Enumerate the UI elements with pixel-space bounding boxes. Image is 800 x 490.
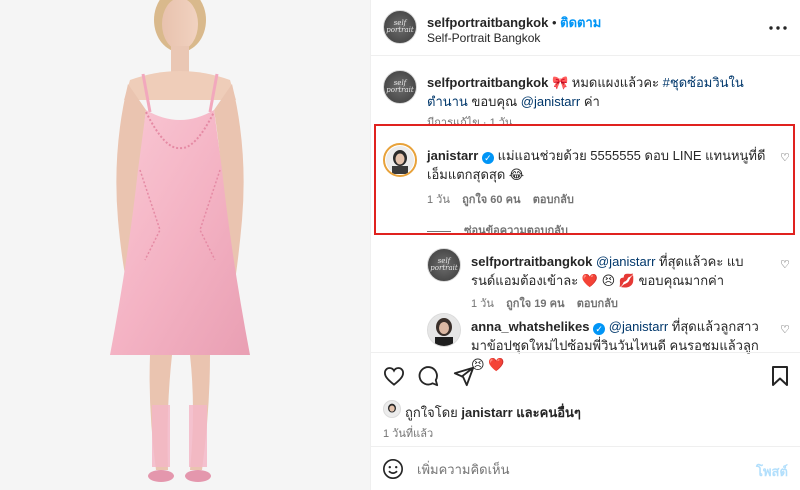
post-timestamp[interactable]: 1 วันที่แล้ว <box>383 424 433 442</box>
author-display-name: Self-Portrait Bangkok <box>427 31 541 45</box>
liked-by-line: ถูกใจโดย janistarr และคนอื่นๆ <box>405 405 581 420</box>
liked-by-others[interactable]: และคนอื่นๆ <box>513 405 581 420</box>
user-photo <box>428 314 460 346</box>
author-avatar[interactable]: self portrait <box>383 10 417 44</box>
caption-avatar[interactable]: self portrait <box>383 70 417 104</box>
send-icon[interactable] <box>451 363 477 389</box>
reply-2-username[interactable]: anna_whatshelikes <box>471 319 590 334</box>
caption-username[interactable]: selfportraitbangkok <box>427 75 548 90</box>
more-horizontal-icon[interactable] <box>766 18 790 38</box>
reply-1-username[interactable]: selfportraitbangkok <box>471 254 592 269</box>
action-bar <box>371 352 800 398</box>
post-image[interactable] <box>0 0 370 490</box>
reply-1-reply-button[interactable]: ตอบกลับ <box>577 298 618 310</box>
follow-button[interactable]: ติดตาม <box>560 15 601 30</box>
bookmark-icon[interactable] <box>767 363 793 389</box>
post-header: self portrait selfportraitbangkok • ติดต… <box>371 0 800 56</box>
liked-by-user[interactable]: janistarr <box>461 405 512 420</box>
smiley-icon[interactable] <box>381 457 405 481</box>
caption-text: selfportraitbangkok 🎀 หมดแผงแล้วคะ #ชุดซ… <box>427 75 744 109</box>
reply-avatar-anna[interactable] <box>427 313 461 347</box>
reply-avatar-brand[interactable]: self portrait <box>427 248 461 282</box>
post-comment-button[interactable]: โพสต์ <box>756 461 788 482</box>
heart-outline-icon[interactable] <box>381 363 407 389</box>
reply-2-mention[interactable]: @janistarr <box>609 319 668 334</box>
mention-link[interactable]: @janistarr <box>521 94 580 109</box>
reply-1-mention[interactable]: @janistarr <box>596 254 655 269</box>
reply-comment-1: selfportraitbangkok @janistarr ที่สุดแล้… <box>471 254 744 288</box>
model-in-pink-dress-image <box>0 0 370 490</box>
reply-2-like-heart-icon[interactable]: ♡ <box>780 323 790 336</box>
comment-icon[interactable] <box>415 363 441 389</box>
verified-badge-icon: ✓ <box>593 323 606 335</box>
post-detail-panel: self portrait selfportraitbangkok • ติดต… <box>370 0 800 490</box>
comment-box: โพสต์ <box>371 446 800 490</box>
comment-input[interactable] <box>417 459 737 479</box>
reply-1-meta: 1 วัน ถูกใจ 19 คน ตอบกลับ <box>471 298 618 310</box>
reply-1-likes[interactable]: ถูกใจ 19 คน <box>506 298 564 310</box>
reply-1-like-heart-icon[interactable]: ♡ <box>780 258 790 271</box>
user-photo <box>388 403 396 413</box>
author-username[interactable]: selfportraitbangkok <box>427 15 548 30</box>
liker-avatar[interactable] <box>383 400 401 418</box>
author-line: selfportraitbangkok • ติดตาม <box>427 15 602 30</box>
highlight-box <box>374 124 795 235</box>
